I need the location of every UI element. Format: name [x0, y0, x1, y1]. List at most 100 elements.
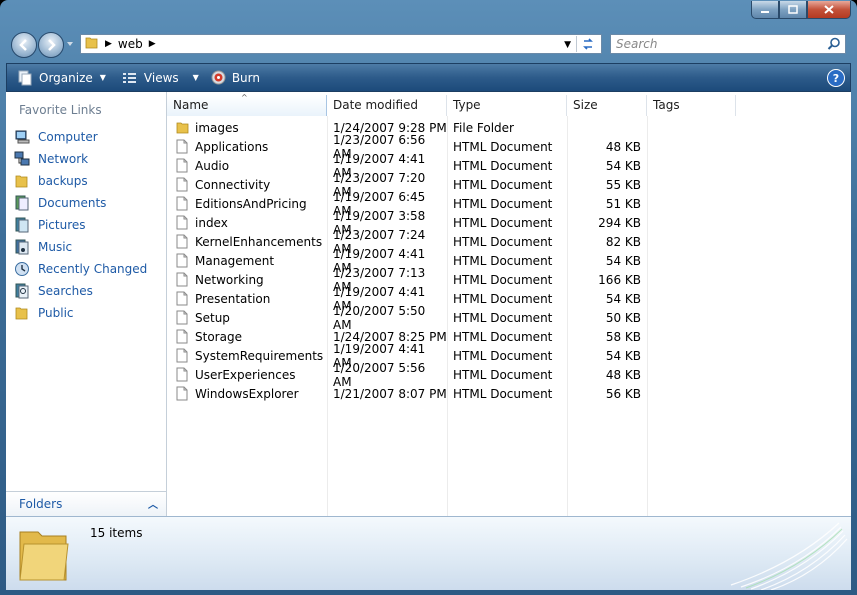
document-icon — [176, 272, 190, 288]
file-name: Setup — [195, 310, 230, 325]
file-row[interactable]: KernelEnhancements 1/23/2007 7:24 AM HTML … — [167, 228, 736, 256]
search-input[interactable]: Search — [610, 34, 846, 54]
cell-size: 50 KB — [605, 310, 641, 325]
column-header-name[interactable]: ^ Name — [167, 93, 327, 116]
refresh-button[interactable] — [576, 36, 599, 52]
nav-item-label: Documents — [38, 196, 107, 210]
cell-type: HTML Document — [453, 215, 553, 230]
nav-item-computer[interactable]: Computer — [14, 126, 147, 148]
cell-size: 54 KB — [605, 291, 641, 306]
cell-type: HTML Document — [453, 272, 553, 287]
document-icon — [176, 215, 190, 231]
folder-icon — [14, 305, 30, 321]
nav-item-backups[interactable]: backups — [14, 170, 147, 192]
nav-item-music[interactable]: Music — [14, 236, 147, 258]
file-row[interactable]: UserExperiences 1/20/2007 5:56 AM HTML Doc… — [167, 361, 736, 389]
pictures-icon — [14, 217, 30, 233]
searches-icon — [14, 283, 30, 299]
cell-name: Storage — [167, 329, 327, 345]
nav-item-network[interactable]: Network — [14, 148, 147, 170]
file-row[interactable]: Presentation 1/19/2007 4:41 AM HTML Docume… — [167, 285, 736, 313]
organize-icon — [17, 70, 33, 86]
document-icon — [176, 234, 190, 250]
nav-item-label: Network — [38, 152, 89, 166]
column-header-label: Size — [573, 98, 598, 112]
views-icon — [122, 71, 138, 85]
column-header-size[interactable]: Size — [567, 95, 647, 116]
sort-ascending-icon: ^ — [241, 93, 248, 102]
column-header-tags[interactable]: Tags — [647, 95, 736, 116]
cell-name: Audio — [167, 158, 327, 174]
music-icon — [14, 239, 30, 255]
cell-date-modified: 1/21/2007 8:07 PM — [333, 386, 447, 401]
documents-icon — [14, 195, 30, 211]
file-row[interactable]: images 1/24/2007 9:28 PM File Folder — [167, 118, 736, 137]
document-icon — [176, 348, 190, 364]
cell-size: 55 KB — [605, 177, 641, 192]
file-name: Applications — [195, 139, 269, 154]
nav-item-pictures[interactable]: Pictures — [14, 214, 147, 236]
cell-name: KernelEnhancements — [167, 234, 327, 250]
cell-size: 54 KB — [605, 348, 641, 363]
help-button[interactable]: ? — [827, 69, 845, 87]
nav-item-documents[interactable]: Documents — [14, 192, 147, 214]
folders-toggle[interactable]: Folders ︿ — [6, 491, 166, 516]
column-header-date-modified[interactable]: Date modified — [327, 95, 447, 116]
cell-name: UserExperiences — [167, 367, 327, 383]
file-name: index — [195, 215, 228, 230]
caption-buttons — [751, 1, 851, 19]
file-row[interactable]: SystemRequirements 1/19/2007 4:41 AM HTML … — [167, 342, 736, 370]
cell-size: 51 KB — [605, 196, 641, 211]
cell-name: Management — [167, 253, 327, 269]
back-button[interactable] — [11, 32, 37, 58]
file-row[interactable]: WindowsExplorer 1/21/2007 8:07 PM HTML Doc… — [167, 384, 736, 403]
file-row[interactable]: Management 1/19/2007 4:41 AM HTML Document… — [167, 247, 736, 275]
folders-label: Folders — [19, 497, 63, 511]
nav-item-searches[interactable]: Searches — [14, 280, 147, 302]
cell-size: 294 KB — [598, 215, 641, 230]
cell-size: 48 KB — [605, 139, 641, 154]
column-header-type[interactable]: Type — [447, 95, 567, 116]
file-row[interactable]: EditionsAndPricing 1/19/2007 6:45 AM HTML … — [167, 190, 736, 218]
views-button[interactable]: Views ▼ — [122, 67, 199, 89]
burn-button[interactable]: Burn — [211, 67, 260, 89]
back-arrow-icon — [19, 39, 27, 51]
breadcrumb-separator-icon[interactable]: ▶ — [149, 39, 156, 49]
file-row[interactable]: Applications 1/23/2007 6:56 AM HTML Docume… — [167, 133, 736, 161]
cell-name: Setup — [167, 310, 327, 326]
search-icon[interactable] — [827, 37, 841, 56]
breadcrumb-web[interactable]: web — [118, 37, 143, 51]
file-row[interactable]: Audio 1/19/2007 4:41 AM HTML Document 54 KB — [167, 152, 736, 180]
organize-button[interactable]: Organize ▼ — [17, 67, 106, 89]
recent-pages-dropdown[interactable] — [66, 40, 74, 48]
help-icon: ? — [832, 71, 840, 85]
column-header-label: Name — [173, 98, 209, 112]
file-row[interactable]: Setup 1/20/2007 5:50 AM HTML Document 50 KB — [167, 304, 736, 332]
document-icon — [176, 291, 190, 307]
views-label: Views — [143, 70, 179, 85]
cell-type: HTML Document — [453, 253, 553, 268]
nav-item-public[interactable]: Public — [14, 302, 147, 324]
cell-size: 166 KB — [598, 272, 641, 287]
file-row[interactable]: Connectivity 1/23/2007 7:20 AM HTML Docume… — [167, 171, 736, 199]
column-header-label: Date modified — [333, 98, 419, 112]
forward-button[interactable] — [38, 32, 64, 58]
breadcrumb-separator-icon[interactable]: ▶ — [105, 39, 112, 49]
cell-size: 54 KB — [605, 158, 641, 173]
address-bar[interactable]: ▶ web ▶ ▼ — [80, 34, 602, 54]
nav-item-recently-changed[interactable]: Recently Changed — [14, 258, 147, 280]
nav-item-label: Pictures — [38, 218, 86, 232]
file-list: ^ Name Date modified Type Size Tags imag… — [167, 92, 851, 516]
cell-size: 56 KB — [605, 386, 641, 401]
minimize-button[interactable] — [751, 1, 779, 19]
address-dropdown-icon[interactable]: ▼ — [564, 40, 571, 50]
file-row[interactable]: Networking 1/23/2007 7:13 AM HTML Document… — [167, 266, 736, 294]
favorite-links-list: Computer Network backups Documents Pictu… — [14, 126, 147, 324]
file-name: WindowsExplorer — [195, 386, 299, 401]
file-row[interactable]: index 1/19/2007 3:58 AM HTML Document 294 K… — [167, 209, 736, 237]
file-rows: images 1/24/2007 9:28 PM File Folder Applic… — [167, 118, 736, 403]
maximize-button[interactable] — [779, 1, 807, 19]
file-row[interactable]: Storage 1/24/2007 8:25 PM HTML Document 58 … — [167, 327, 736, 346]
column-header-label: Type — [453, 98, 481, 112]
close-button[interactable] — [807, 1, 851, 19]
